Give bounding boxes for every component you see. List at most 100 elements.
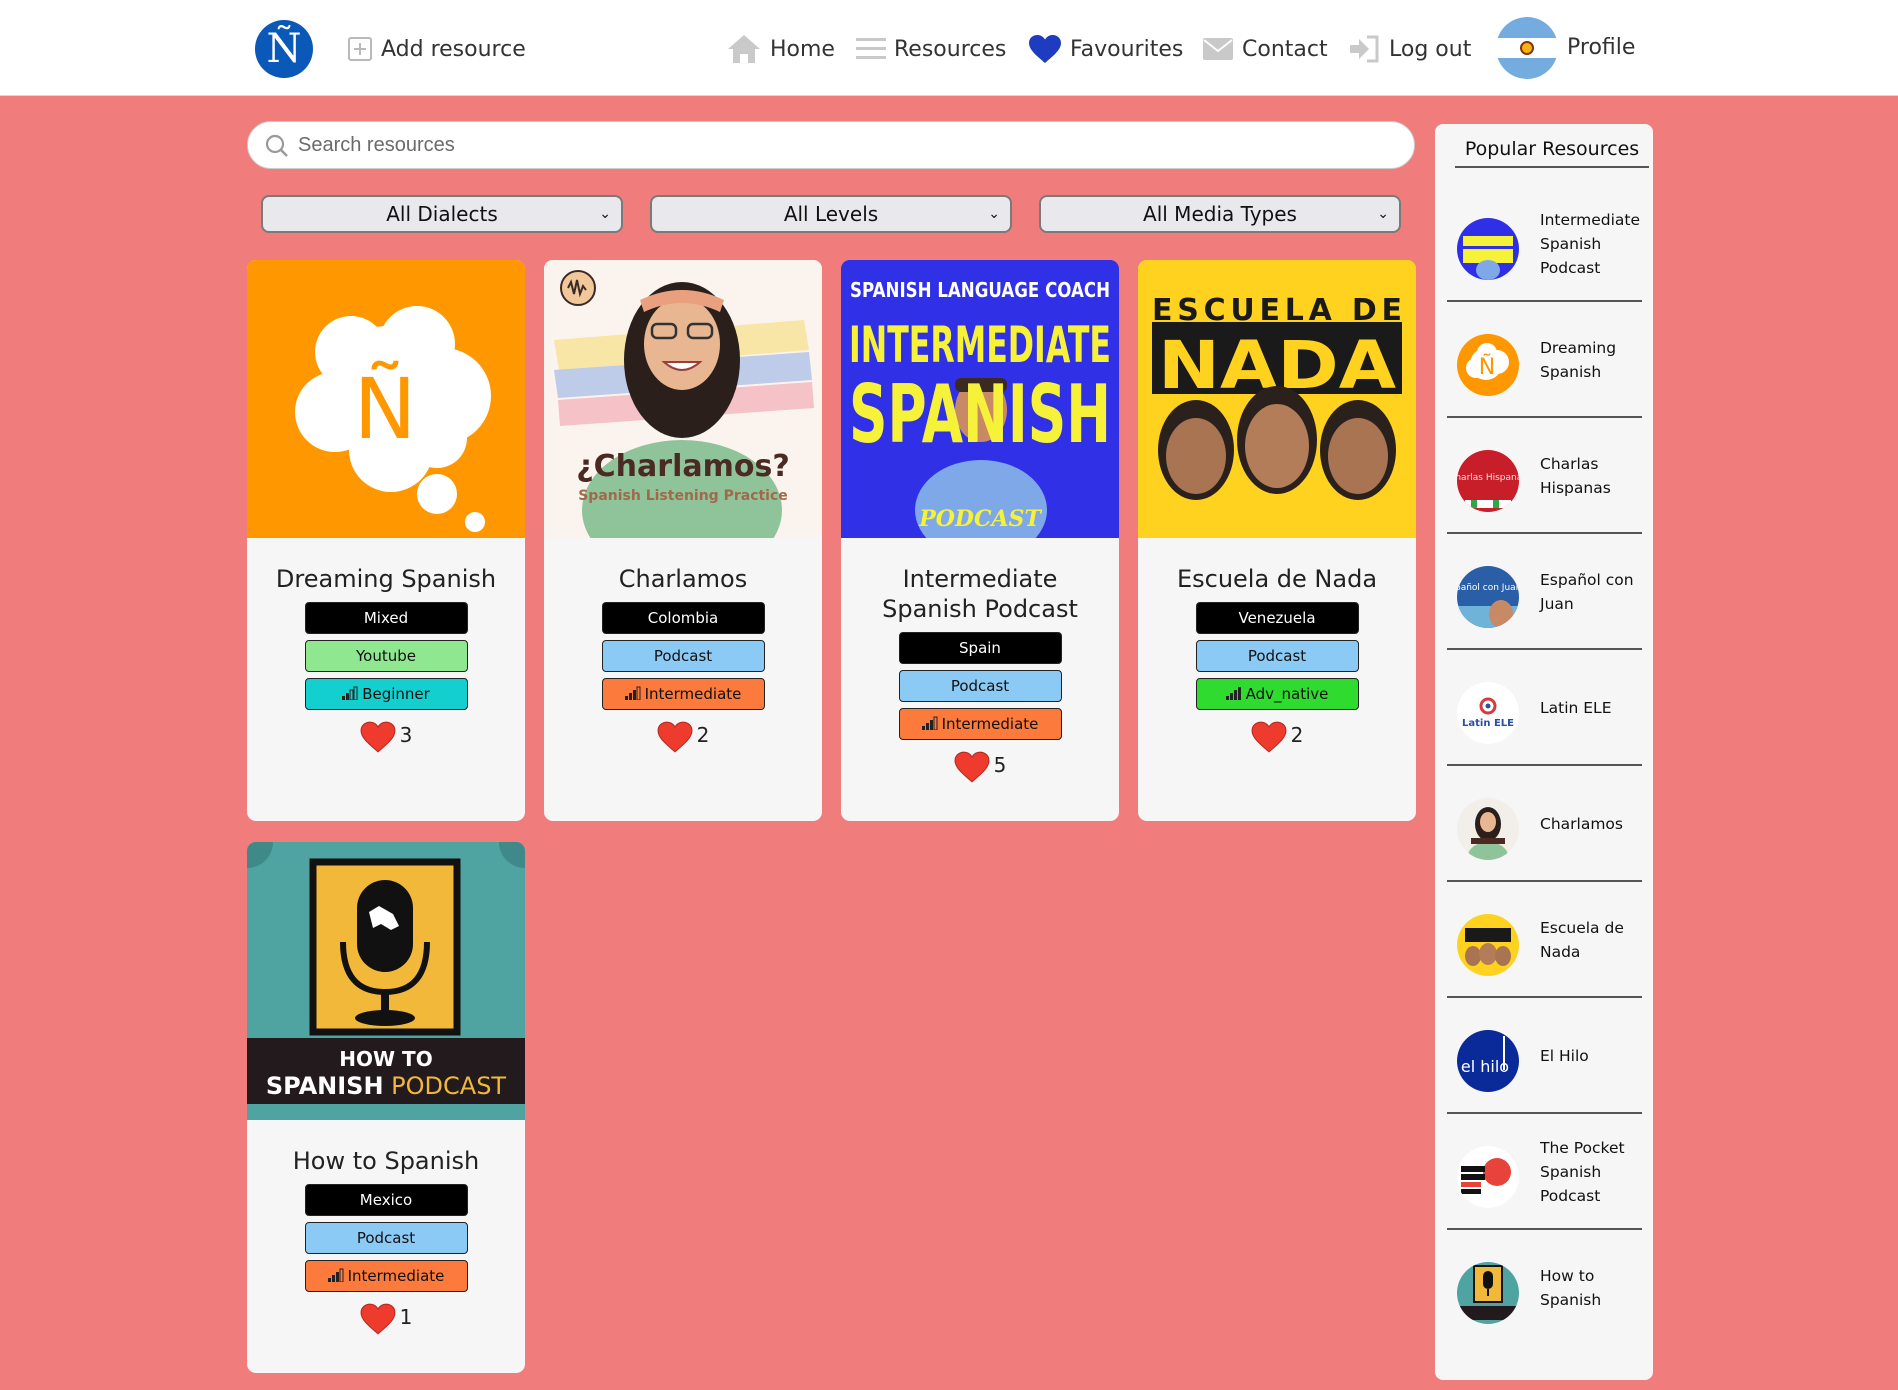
likes-row: 1: [247, 1300, 525, 1335]
chevron-down-icon: ⌄: [1377, 206, 1389, 222]
intermediate-spanish-cover-art: SPANISH LANGUAGE COACH INTERMEDIATE SPAN…: [841, 260, 1119, 538]
popular-item[interactable]: Intermediate Spanish Podcast: [1447, 186, 1642, 302]
resource-card[interactable]: ESCUELA DE NADA Escuela de Nada Venezuel…: [1138, 260, 1416, 821]
level-tag: Intermediate: [898, 708, 1062, 740]
media-filter-select[interactable]: All Media Types ⌄: [1039, 195, 1401, 233]
flag-sun-icon: [1520, 41, 1534, 55]
heart-icon[interactable]: [1251, 721, 1287, 753]
popular-item-label: Charlas Hispanas: [1540, 455, 1611, 497]
logout-icon: [1350, 35, 1379, 63]
nav-resources-label: Resources: [894, 36, 1007, 62]
chevron-down-icon: ⌄: [988, 206, 1000, 222]
dialect-filter-select[interactable]: All Dialects ⌄: [261, 195, 623, 233]
dialect-tag: Colombia: [601, 602, 765, 634]
card-title: Escuela de Nada: [1176, 565, 1378, 593]
nav-favourites-label: Favourites: [1070, 36, 1184, 62]
popular-item[interactable]: The Pocket Spanish Podcast: [1447, 1114, 1642, 1230]
heart-icon: [1029, 35, 1061, 63]
popular-item-label: El Hilo: [1540, 1047, 1589, 1065]
heart-icon[interactable]: [954, 751, 990, 783]
popular-item-thumbnail: Latin ELE: [1457, 682, 1519, 744]
heart-icon[interactable]: [360, 1303, 396, 1335]
svg-text:HOW TO: HOW TO: [339, 1047, 432, 1071]
level-label: Adv_native: [1245, 685, 1329, 703]
dialect-tag: Mexico: [304, 1184, 468, 1216]
nav-profile[interactable]: Profile: [1567, 28, 1635, 66]
svg-text:¿Charlamos?: ¿Charlamos?: [576, 449, 789, 484]
popular-item[interactable]: Latin ELE Latin ELE: [1447, 650, 1642, 766]
nav-logout[interactable]: Log out: [1347, 30, 1471, 68]
signal-bars-icon: [624, 686, 641, 700]
nav-home-label: Home: [770, 36, 835, 62]
envelope-icon: [1203, 38, 1233, 60]
svg-text:SPANISH LANGUAGE COACH: SPANISH LANGUAGE COACH: [850, 278, 1110, 302]
card-thumbnail: HOW TO SPANISH PODCAST: [247, 842, 525, 1120]
level-filter-select[interactable]: All Levels ⌄: [650, 195, 1012, 233]
flag-band-bottom: [1496, 57, 1558, 79]
popular-item-label: Latin ELE: [1540, 699, 1612, 717]
signal-bars-icon: [342, 686, 358, 700]
heart-icon[interactable]: [657, 721, 693, 753]
svg-text:Latin ELE: Latin ELE: [1462, 718, 1514, 729]
popular-item-thumbnail: [1457, 914, 1519, 976]
popular-item[interactable]: Español con Juan Español con Juan: [1447, 534, 1642, 650]
level-tag: Adv_native: [1195, 678, 1359, 710]
likes-row: 2: [1138, 718, 1416, 753]
add-resource-link[interactable]: Add resource: [347, 30, 526, 68]
nav-contact-label: Contact: [1242, 36, 1328, 62]
card-title: How to Spanish: [292, 1147, 480, 1175]
plus-square-icon: [348, 37, 372, 61]
home-icon: [728, 35, 760, 63]
card-title: Dreaming Spanish: [275, 565, 497, 593]
svg-text:SPANISH: SPANISH: [849, 368, 1111, 461]
popular-item[interactable]: Escuela de Nada: [1447, 882, 1642, 998]
profile-avatar[interactable]: [1496, 17, 1558, 79]
svg-text:Charlas Hispanas: Charlas Hispanas: [1457, 473, 1519, 483]
heart-icon[interactable]: [360, 721, 396, 753]
likes-count: 2: [696, 723, 710, 747]
likes-row: 5: [841, 748, 1119, 783]
level-label: Intermediate: [941, 715, 1039, 733]
svg-text:SPANISH PODCAST: SPANISH PODCAST: [266, 1072, 507, 1100]
flag-band-top: [1496, 17, 1558, 39]
resource-card[interactable]: SPANISH LANGUAGE COACH INTERMEDIATE SPAN…: [841, 260, 1119, 821]
resource-card[interactable]: ¿Charlamos? Spanish Listening Practice C…: [544, 260, 822, 821]
resource-card[interactable]: HOW TO SPANISH PODCAST How to Spanish Me…: [247, 842, 525, 1373]
resource-card[interactable]: Ñ Dreaming Spanish Mixed Youtube Beginne…: [247, 260, 525, 821]
nav-home[interactable]: Home: [726, 30, 835, 68]
dialect-tag: Venezuela: [1195, 602, 1359, 634]
popular-item-label: Dreaming Spanish: [1540, 339, 1617, 381]
media-tag: Podcast: [898, 670, 1062, 702]
card-title: Charlamos: [618, 565, 748, 593]
media-tag: Podcast: [304, 1222, 468, 1254]
dialect-tag: Spain: [898, 632, 1062, 664]
menu-lines-icon: [856, 38, 886, 59]
site-logo[interactable]: Ñ: [255, 20, 313, 78]
popular-item-thumbnail: Ñ: [1457, 334, 1519, 396]
top-nav: Ñ Add resource Home Resources Favourites…: [0, 0, 1898, 96]
card-thumbnail: ESCUELA DE NADA: [1138, 260, 1416, 538]
card-title: Intermediate Spanish Podcast: [882, 565, 1078, 623]
search-icon: [265, 134, 288, 157]
popular-item-thumbnail: [1457, 1262, 1519, 1324]
popular-item[interactable]: Ñ Dreaming Spanish: [1447, 302, 1642, 418]
popular-item[interactable]: Charlas Hispanas Charlas Hispanas: [1447, 418, 1642, 534]
nav-resources[interactable]: Resources: [856, 30, 1006, 68]
popular-item[interactable]: How to Spanish: [1447, 1230, 1642, 1346]
search-input[interactable]: [298, 130, 1388, 160]
svg-text:INTERMEDIATE: INTERMEDIATE: [849, 316, 1111, 374]
svg-text:PODCAST: PODCAST: [918, 506, 1042, 532]
popular-item-thumbnail: [1457, 218, 1519, 280]
svg-text:Spanish Listening Practice: Spanish Listening Practice: [578, 488, 788, 504]
nav-contact[interactable]: Contact: [1202, 30, 1328, 68]
nav-favourites[interactable]: Favourites: [1028, 30, 1183, 68]
popular-resources-sidebar: Popular Resources Intermediate Spanish P…: [1435, 124, 1653, 1380]
svg-text:Ñ: Ñ: [1479, 353, 1495, 380]
popular-item[interactable]: Charlamos: [1447, 766, 1642, 882]
popular-item[interactable]: el hilo El Hilo: [1447, 998, 1642, 1114]
popular-item-label: Charlamos: [1540, 815, 1623, 833]
svg-text:Español con Juan: Español con Juan: [1457, 583, 1519, 593]
popular-item-thumbnail: [1457, 798, 1519, 860]
level-tag: Intermediate: [304, 1260, 468, 1292]
dreaming-spanish-logo: Ñ: [295, 306, 491, 532]
